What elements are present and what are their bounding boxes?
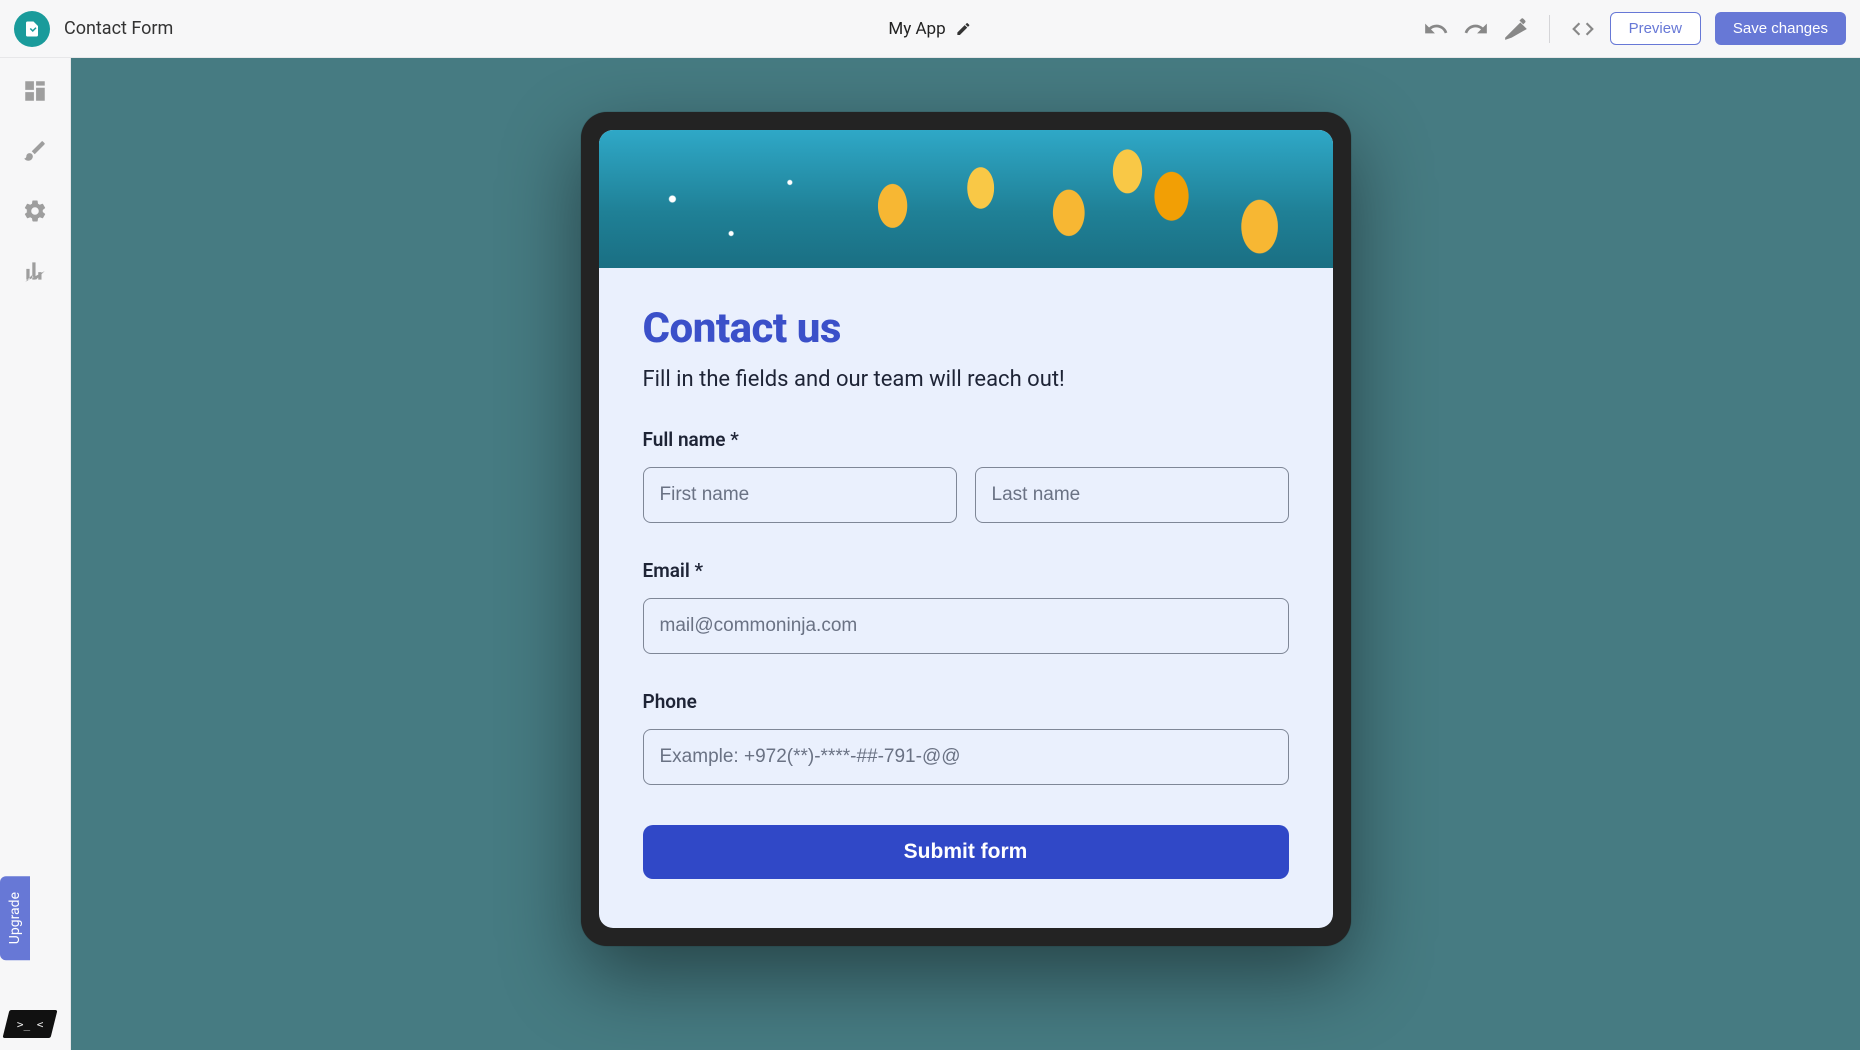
- separator: [1549, 15, 1550, 43]
- layout-icon[interactable]: [22, 78, 48, 104]
- sidebar: Upgrade >_ <: [0, 58, 71, 1050]
- form-title: Contact us: [643, 304, 1289, 353]
- device-screen: Contact us Fill in the fields and our te…: [599, 130, 1333, 928]
- email-label: Email *: [643, 559, 1289, 582]
- fullname-field: Full name *: [643, 428, 1289, 523]
- device-frame: Contact us Fill in the fields and our te…: [581, 112, 1351, 946]
- save-button[interactable]: Save changes: [1715, 12, 1846, 45]
- undo-icon[interactable]: [1423, 16, 1449, 42]
- first-name-input[interactable]: [643, 467, 957, 523]
- hero-image: [599, 130, 1333, 268]
- edit-icon[interactable]: [956, 21, 972, 37]
- last-name-input[interactable]: [975, 467, 1289, 523]
- upgrade-button[interactable]: Upgrade: [0, 876, 30, 960]
- settings-icon[interactable]: [22, 198, 48, 224]
- redo-icon[interactable]: [1463, 16, 1489, 42]
- analytics-icon[interactable]: [22, 258, 48, 284]
- phone-label: Phone: [643, 690, 1289, 713]
- build-icon[interactable]: [1503, 16, 1529, 42]
- phone-field: Phone: [643, 690, 1289, 785]
- phone-input[interactable]: [643, 729, 1289, 785]
- logo-icon: [14, 11, 50, 47]
- code-icon[interactable]: [1570, 16, 1596, 42]
- terminal-badge[interactable]: >_ <: [3, 1010, 58, 1038]
- form-body: Contact us Fill in the fields and our te…: [599, 268, 1333, 928]
- form-subtitle: Fill in the fields and our team will rea…: [643, 367, 1289, 392]
- top-bar-actions: Preview Save changes: [1423, 12, 1846, 45]
- submit-button[interactable]: Submit form: [643, 825, 1289, 879]
- top-bar: Contact Form My App Preview Save changes: [0, 0, 1860, 58]
- brush-icon[interactable]: [22, 138, 48, 164]
- app-name-group: My App: [888, 19, 971, 39]
- preview-button[interactable]: Preview: [1610, 12, 1701, 45]
- email-field: Email *: [643, 559, 1289, 654]
- fullname-label: Full name *: [643, 428, 1289, 451]
- canvas: Contact us Fill in the fields and our te…: [71, 58, 1860, 1050]
- email-input[interactable]: [643, 598, 1289, 654]
- main-area: Upgrade >_ < Contact us Fill in the fiel…: [0, 58, 1860, 1050]
- app-name: My App: [888, 19, 945, 39]
- form-name: Contact Form: [64, 18, 173, 39]
